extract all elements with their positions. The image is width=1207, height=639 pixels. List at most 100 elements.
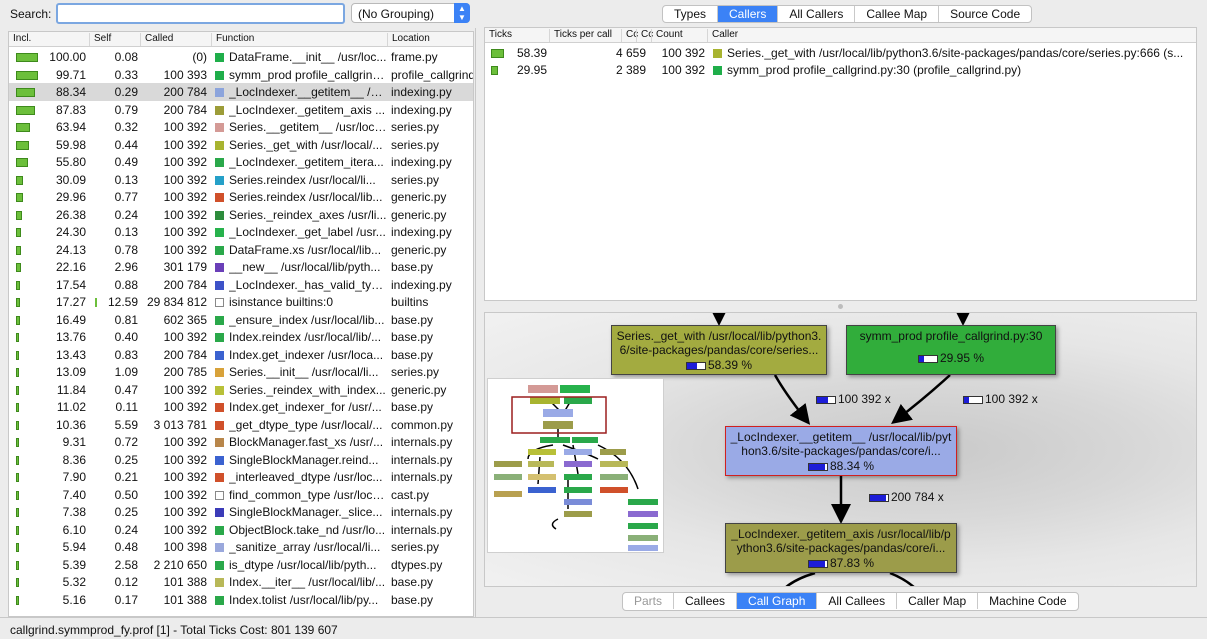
function-location: series.py [391,120,440,134]
tab-callees[interactable]: Callees [674,593,738,609]
self-cost: 0.50 [114,487,138,502]
tab-types[interactable]: Types [663,6,719,22]
column-header-count[interactable]: Count [651,29,683,42]
function-color-swatch [215,228,224,237]
call-count: 100 392 [163,207,207,222]
tab-all-callees[interactable]: All Callees [817,593,898,609]
function-row[interactable]: 24.13 0.78 100 392 DataFrame.xs /usr/local/… [9,241,473,259]
function-row[interactable]: 55.80 0.49 100 392 _LocIndexer._getitem_ite… [9,153,473,171]
tab-source-code[interactable]: Source Code [939,6,1031,22]
call-graph-overview-minimap[interactable] [487,378,664,553]
self-cost: 0.13 [114,172,138,187]
function-row[interactable]: 5.16 0.17 101 388 Index.tolist /usr/local/l… [9,591,473,609]
caller-ticks: 29.95 [516,63,547,77]
column-header-ticks-per-call[interactable]: Ticks per call [549,29,612,42]
function-row[interactable]: 5.32 0.12 101 388 Index.__iter__ /usr/local… [9,573,473,591]
function-row[interactable]: 11.02 0.11 100 392 Index.get_indexer_for /u… [9,398,473,416]
tab-parts[interactable]: Parts [623,593,675,609]
caller-row[interactable]: 58.39 4 659 100 392 Series._get_with /usr/l… [485,44,1196,61]
tab-callers[interactable]: Callers [718,6,779,22]
function-row[interactable]: 87.83 0.79 200 784 _LocIndexer._getitem_axi… [9,101,473,119]
tab-machine-code[interactable]: Machine Code [978,593,1077,609]
self-cost: 0.88 [114,277,138,292]
column-header-self[interactable]: Self [89,33,111,46]
call-graph-view[interactable]: Series._get_with /usr/local/lib/python3.… [484,312,1197,587]
tab-caller-map[interactable]: Caller Map [897,593,979,609]
function-row[interactable]: 13.76 0.40 100 392 Index.reindex /usr/local… [9,328,473,346]
inclusive-cost: 29.96 [55,190,86,204]
function-row[interactable]: 26.38 0.24 100 392 Series._reindex_axes /us… [9,206,473,224]
function-row[interactable]: 13.43 0.83 200 784 Index.get_indexer /usr/l… [9,346,473,364]
self-cost: 0.21 [114,470,138,484]
function-row[interactable]: 63.94 0.32 100 392 Series.__getitem__ /usr/… [9,118,473,136]
tab-callee-map[interactable]: Callee Map [855,6,940,22]
function-color-swatch [215,368,224,377]
call-count: 100 392 [163,382,207,397]
function-row[interactable]: 5.94 0.48 100 398 _sanitize_array /usr/loca… [9,538,473,556]
tab-all-callers[interactable]: All Callers [778,6,856,22]
function-name: isinstance builtins:0 [229,295,334,309]
function-row[interactable]: 30.09 0.13 100 392 Series.reindex /usr/loca… [9,171,473,189]
function-row[interactable]: 10.36 5.59 3 013 781 _get_dtype_type /usr/l… [9,416,473,434]
function-row[interactable]: 24.30 0.13 100 392 _LocIndexer._get_label /… [9,223,473,241]
function-row[interactable]: 100.00 0.08 (0) DataFrame.__init__ /usr/loc… [9,48,473,66]
function-row[interactable]: 7.40 0.50 100 392 find_common_type /usr/loc… [9,486,473,504]
search-input[interactable] [56,3,345,24]
column-header-ticks[interactable]: Ticks [485,29,512,42]
column-header-function[interactable]: Function [211,33,254,46]
splitter-handle[interactable] [838,304,843,309]
cost-bar [685,362,706,370]
function-name: Index.get_indexer /usr/loca... [229,347,384,362]
function-name: DataFrame.__init__ /usr/loc... [229,50,387,64]
function-row[interactable]: 9.31 0.72 100 392 BlockManager.fast_xs /usr… [9,433,473,451]
function-table-header: Incl. Self Called Function Location [9,32,473,47]
edge-label-caller-a: 100 392 x [816,392,891,406]
function-row[interactable]: 7.90 0.21 100 392 _interleaved_dtype /usr/l… [9,468,473,486]
function-row[interactable]: 99.71 0.33 100 393 symm_prod profile_callgr… [9,66,473,84]
function-row[interactable]: 17.27 12.59 29 834 812 isinstance builtins:… [9,293,473,311]
grouping-select[interactable]: (No Grouping) ▲ ▼ [351,3,470,23]
self-cost: 0.83 [114,347,138,362]
function-row[interactable]: 29.96 0.77 100 392 Series.reindex /usr/loca… [9,188,473,206]
function-location: series.py [391,540,440,554]
column-header-called[interactable]: Called [140,33,173,46]
function-row[interactable]: 11.84 0.47 100 392 Series._reindex_with_ind… [9,381,473,399]
column-header-caller[interactable]: Caller [707,29,738,42]
edge-caller-b[interactable] [891,374,951,425]
function-row[interactable]: 59.98 0.44 100 392 Series._get_with /usr/lo… [9,136,473,154]
function-row[interactable]: 5.39 2.58 2 210 650 is_dtype /usr/local/lib… [9,556,473,574]
current-node-locindexer-getitem[interactable]: _LocIndexer.__getitem__ /usr/local/lib/p… [725,426,957,476]
function-row[interactable]: 17.54 0.88 200 784 _LocIndexer._has_valid_t… [9,276,473,294]
call-count: 100 392 [163,242,207,257]
function-row[interactable]: 6.10 0.24 100 392 ObjectBlock.take_nd /usr/… [9,521,473,539]
caller-color-swatch [713,49,722,58]
column-header-incl[interactable]: Incl. [9,33,31,46]
function-name: Series.reindex /usr/local/li... [229,172,376,187]
inclusive-cost: 13.09 [55,365,86,379]
function-row[interactable]: 16.49 0.81 602 365 _ensure_index /usr/local… [9,311,473,329]
call-count: 3 013 781 [153,417,207,432]
caller-row[interactable]: 29.95 2 389 100 392 symm_prod profile_callg… [485,61,1196,78]
caller-node-series-get-with[interactable]: Series._get_with /usr/local/lib/python3.… [611,325,827,375]
function-location: internals.py [391,435,453,449]
function-location: builtins [391,295,429,309]
function-row[interactable]: 22.16 2.96 301 179 __new__ /usr/local/lib/p… [9,258,473,276]
call-count: 100 393 [163,67,207,82]
function-row[interactable]: 8.36 0.25 100 392 SingleBlockManager.reind.… [9,451,473,469]
self-cost: 0.78 [114,242,138,257]
function-row[interactable]: 7.38 0.25 100 392 SingleBlockManager._slice… [9,503,473,521]
column-header-location[interactable]: Location [387,33,430,46]
function-name: Series._get_with /usr/local/... [229,137,383,152]
function-color-swatch [215,403,224,412]
function-color-swatch [215,123,224,132]
caller-node-symm-prod[interactable]: symm_prod profile_callgrind.py:30 29.95 … [846,325,1056,375]
self-cost: 1.09 [114,365,138,379]
edge-caller-a[interactable] [773,374,811,425]
function-row[interactable]: 13.09 1.09 200 785 Series.__init__ /usr/loc… [9,363,473,381]
caller-color-swatch [713,66,722,75]
callee-node-locindexer-getitem-axis[interactable]: _LocIndexer._getitem_axis /usr/local/lib… [725,523,957,573]
tab-call-graph[interactable]: Call Graph [737,593,818,609]
function-row[interactable]: 88.34 0.29 200 784 _LocIndexer.__getitem__ … [9,83,473,101]
function-location: profile_callgrind [391,67,474,82]
function-name: _LocIndexer._get_label /usr... [229,225,386,239]
